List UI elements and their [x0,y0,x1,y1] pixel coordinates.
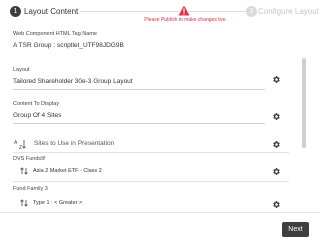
site-group-label: DVS Funds9! [13,156,46,162]
gear-icon[interactable] [272,112,281,121]
sort-az-icon[interactable]: A Z [14,139,26,149]
sites-divider [13,152,289,153]
layout-label: Layout [13,67,30,73]
gear-icon[interactable] [272,140,281,149]
step-1-indicator[interactable]: 1 [10,6,21,17]
gear-icon[interactable] [272,75,281,84]
sort-arrows-icon[interactable] [19,199,29,207]
gear-icon[interactable] [272,200,281,209]
layout-select[interactable]: Tailored Shareholder 30e-3 Group Layout [13,78,133,86]
content-select[interactable]: Group Of 4 Sites [13,112,61,120]
step-3-label[interactable]: Configure Layout [258,6,319,17]
publish-warning-text: Please Publish to make changes live [144,17,226,23]
footer-divider [0,212,320,213]
svg-text:Z: Z [19,145,22,149]
step-3-indicator[interactable]: 3 [246,6,257,17]
stepper-line [188,11,246,12]
content-label: Content To Display [13,101,60,107]
content-underline [13,123,265,124]
tag-name-value: A TSR Group : scriptlet_UTF98JDG9B [13,42,124,49]
sites-divider [13,181,289,182]
layout-underline [13,89,265,90]
site-item[interactable]: Asia 2 Market ETF - Class 2 [33,168,102,175]
site-group-label: Fund Family 3 [13,186,48,192]
sites-section-title: Sites to Use in Presentation [34,140,115,147]
layout-content-panel: Web Component HTML Tag Name A TSR Group … [0,26,320,212]
stepper: 1 Layout Content Please Publish to make … [0,0,320,24]
tag-name-label: Web Component HTML Tag Name [13,31,97,37]
site-item[interactable]: Type 1 : < Greater > [33,200,82,207]
stepper-line [80,11,179,12]
scrollbar[interactable] [302,58,306,148]
svg-text:A: A [14,140,18,146]
gear-icon[interactable] [272,167,281,176]
step-1-label[interactable]: Layout Content [24,6,78,17]
next-button[interactable]: Next [282,222,309,237]
sort-arrows-icon[interactable] [19,167,29,175]
